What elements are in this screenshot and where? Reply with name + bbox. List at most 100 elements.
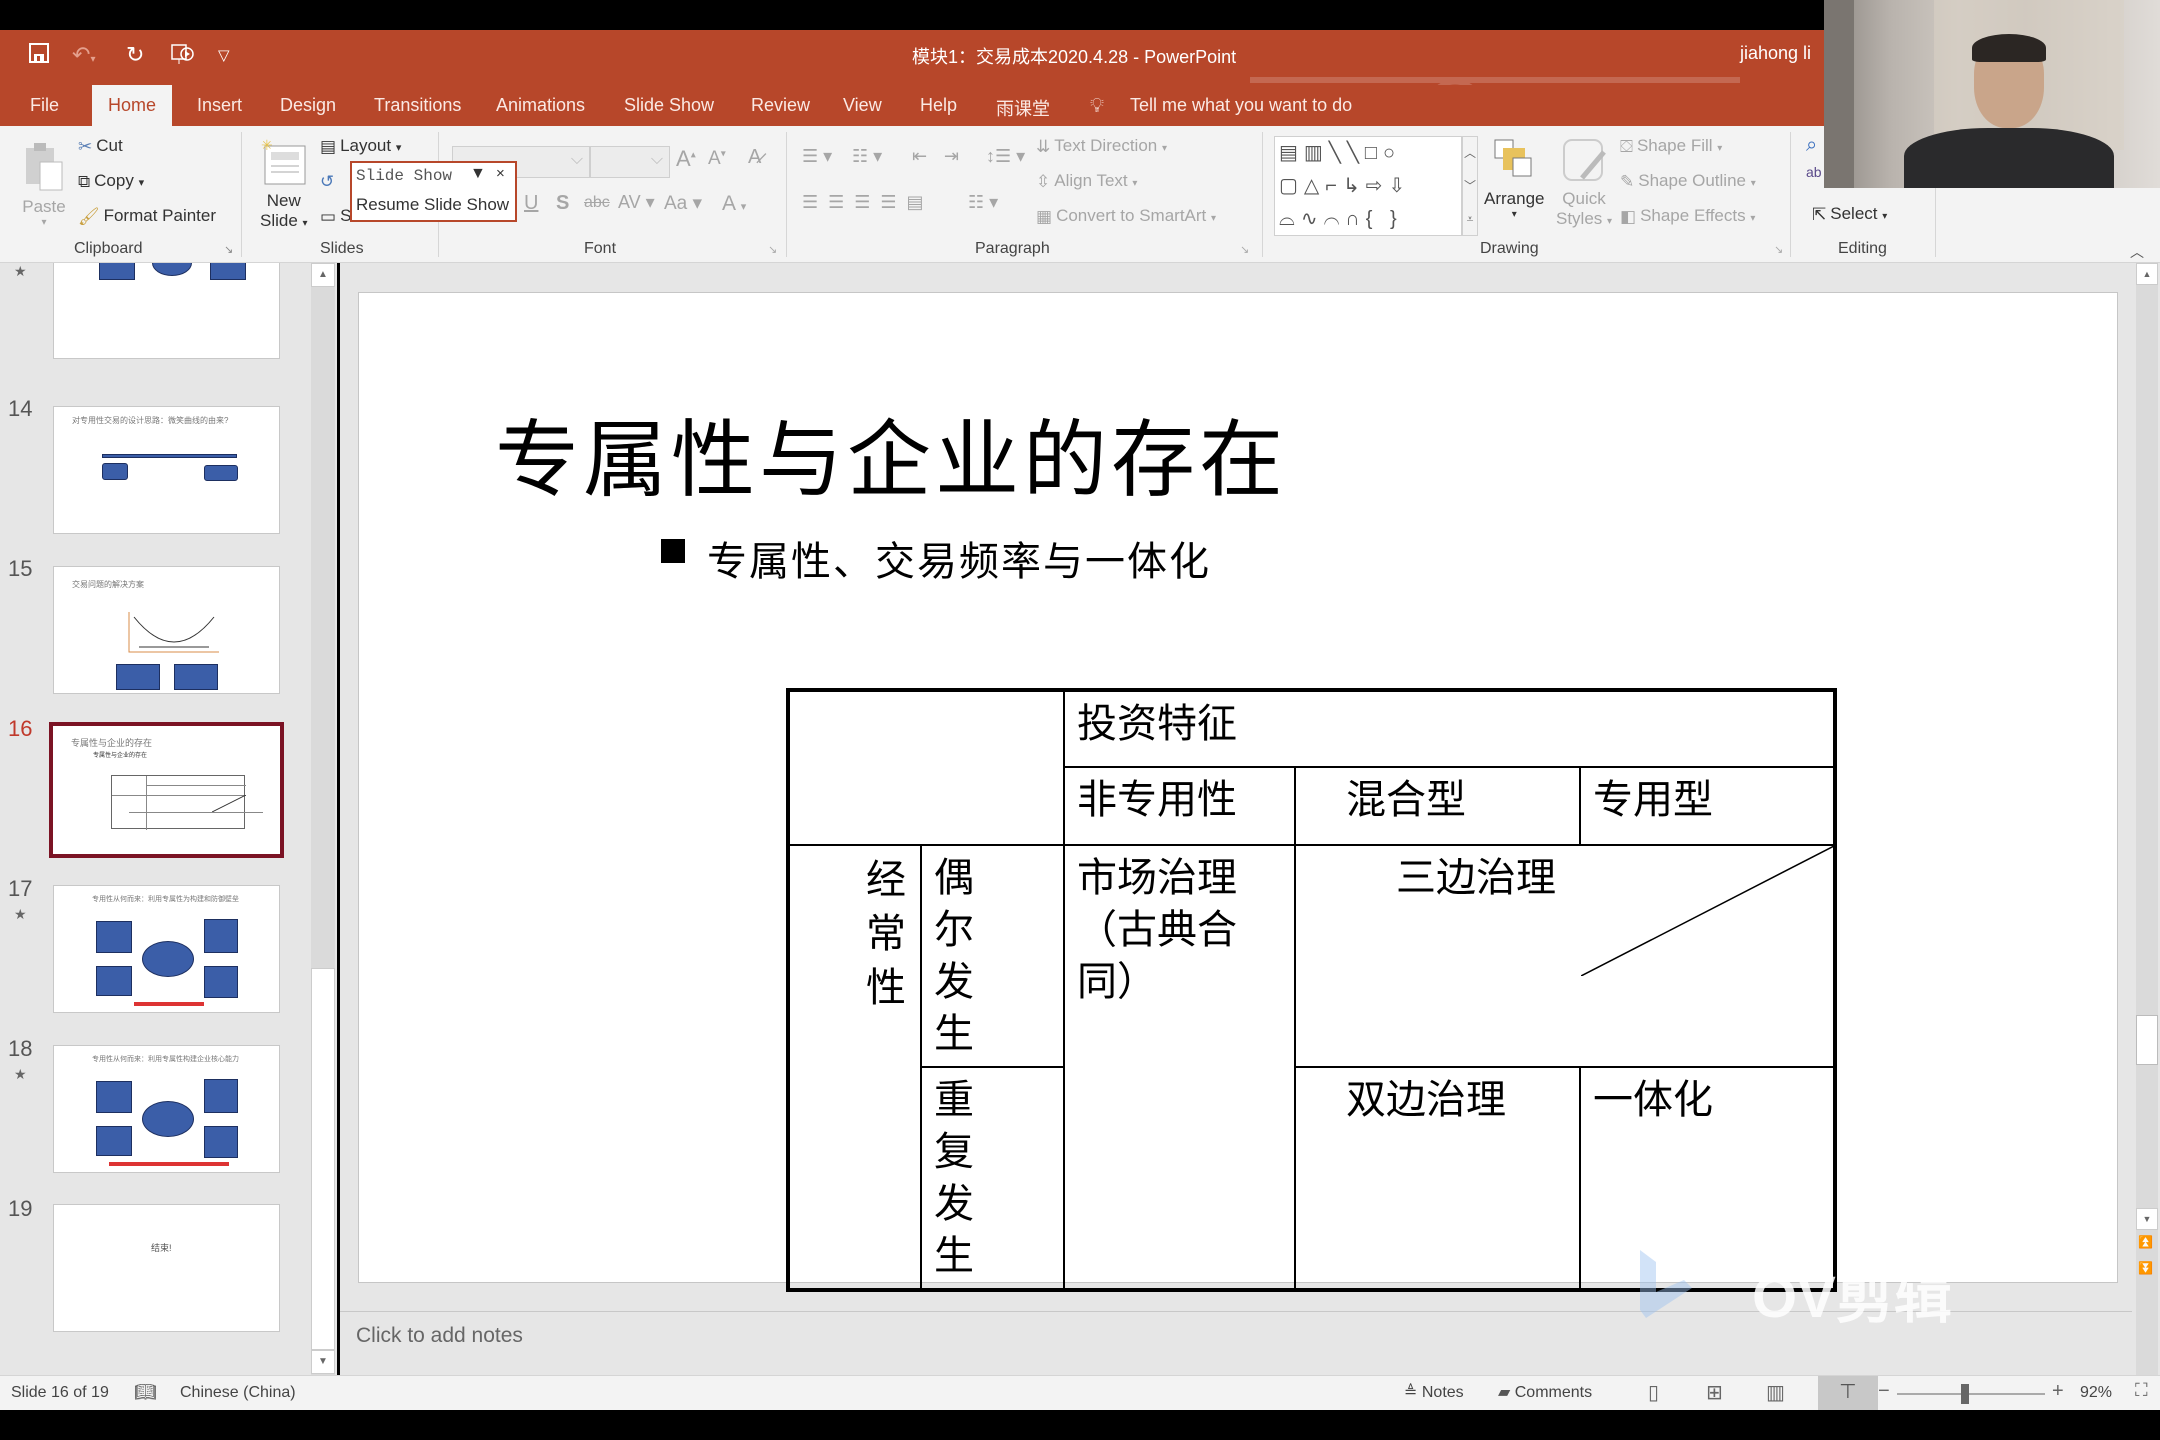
reading-view-icon[interactable]: ▥ bbox=[1766, 1380, 1785, 1405]
strikethrough-button[interactable]: abc bbox=[584, 194, 610, 212]
text-direction-button[interactable]: ⇊ Text Direction ▾ bbox=[1036, 136, 1167, 157]
shape-effects-button[interactable]: ◧ Shape Effects ▾ bbox=[1620, 206, 1755, 227]
previous-slide-icon[interactable]: ⏫ bbox=[2138, 1235, 2153, 1249]
copy-button[interactable]: ⧉ Copy ▾ bbox=[78, 171, 144, 192]
slide-thumbnail-13[interactable]: 交易成本分析：专属性与专属性 bbox=[53, 263, 280, 359]
line-spacing-button[interactable]: ↕☰ ▾ bbox=[986, 146, 1025, 167]
tab-design[interactable]: Design bbox=[280, 91, 336, 120]
select-button[interactable]: ⇱ Select ▾ bbox=[1812, 204, 1887, 225]
quick-styles-button[interactable]: Quick Styles ▾ bbox=[1556, 138, 1612, 229]
comment-icon: ▰ bbox=[1498, 1384, 1515, 1401]
slide-bullet[interactable]: 专属性、交易频率与一体化 bbox=[707, 529, 1211, 587]
tell-me-search[interactable]: Tell me what you want to do bbox=[1130, 91, 1352, 120]
slide-thumbnail-15[interactable]: 交易问题的解决方案 bbox=[53, 566, 280, 694]
zoom-in-icon[interactable]: + bbox=[2052, 1380, 2064, 1403]
thumbnails-scrollbar[interactable]: ▲ ▼ bbox=[311, 263, 335, 1375]
clear-formatting-button[interactable]: A̷ bbox=[748, 146, 761, 169]
collapse-ribbon-icon[interactable]: ︿ bbox=[2130, 242, 2144, 262]
font-size-combobox[interactable]: ⌵ bbox=[590, 146, 670, 178]
grow-font-button[interactable]: A▴ bbox=[676, 146, 696, 172]
shadow-button[interactable]: S bbox=[556, 192, 569, 215]
replace-icon[interactable]: ab bbox=[1806, 164, 1822, 180]
paragraph-launcher-icon[interactable]: ↘ bbox=[1240, 243, 1249, 256]
customize-qat-icon[interactable]: ▽ bbox=[218, 46, 230, 64]
drawing-launcher-icon[interactable]: ↘ bbox=[1774, 243, 1783, 256]
slide-title[interactable]: 专属性与企业的存在 bbox=[495, 393, 1287, 514]
resume-slide-show-button[interactable]: Resume Slide Show bbox=[356, 195, 509, 215]
slide-thumbnail-19[interactable]: 结束! bbox=[53, 1204, 280, 1332]
notes-placeholder[interactable]: Click to add notes bbox=[356, 1324, 523, 1348]
reset-button[interactable]: ↺ bbox=[320, 171, 338, 192]
tab-insert[interactable]: Insert bbox=[197, 91, 242, 120]
fit-to-window-icon[interactable]: ⛶ bbox=[2135, 1380, 2148, 1401]
undo-icon[interactable]: ↶▾ bbox=[72, 42, 95, 68]
zoom-slider-thumb[interactable] bbox=[1961, 1384, 1970, 1404]
tab-view[interactable]: View bbox=[843, 91, 882, 120]
normal-view-icon[interactable]: ▯ bbox=[1648, 1380, 1659, 1405]
governance-table[interactable]: 投资特征 非专用性 混合型 专用型 经常性 偶尔发生 市场治理（古典合同） 三边… bbox=[786, 688, 1837, 1292]
numbering-button[interactable]: ☷ ▾ bbox=[852, 146, 882, 167]
layout-button[interactable]: ▤ Layout ▾ bbox=[320, 136, 401, 157]
columns-button[interactable]: ☷ ▾ bbox=[968, 192, 998, 213]
save-icon[interactable] bbox=[28, 42, 50, 70]
font-launcher-icon[interactable]: ↘ bbox=[768, 243, 777, 256]
slide-scrollbar[interactable]: ▲ ▼ ⏫ ⏬ bbox=[2132, 263, 2160, 1435]
repeat-icon[interactable]: ↻ bbox=[126, 42, 144, 68]
tab-file[interactable]: File bbox=[30, 91, 59, 120]
tab-help[interactable]: Help bbox=[920, 91, 957, 120]
close-icon[interactable]: × bbox=[496, 165, 505, 182]
increase-indent-button[interactable]: ⇥ bbox=[944, 146, 959, 167]
scrollbar-thumb[interactable] bbox=[311, 968, 335, 1350]
zoom-out-icon[interactable]: − bbox=[1878, 1380, 1890, 1403]
format-painter-button[interactable]: 🖌︎ Format Painter bbox=[78, 206, 216, 227]
find-icon[interactable]: ⌕ bbox=[1806, 134, 1817, 157]
scroll-up-icon[interactable]: ▲ bbox=[311, 263, 335, 287]
slide-show-view-icon[interactable]: ⊤ bbox=[1818, 1376, 1878, 1410]
slide-thumbnail-16[interactable]: 专属性与企业的存在 专属性与企业的存在 bbox=[49, 722, 284, 858]
shrink-font-button[interactable]: A▾ bbox=[708, 148, 726, 170]
spell-check-icon[interactable]: 📖︎ bbox=[134, 1382, 157, 1403]
decrease-indent-button[interactable]: ⇤ bbox=[912, 146, 927, 167]
tab-transitions[interactable]: Transitions bbox=[374, 91, 461, 120]
separator bbox=[1790, 132, 1791, 257]
start-from-beginning-icon[interactable] bbox=[170, 42, 196, 72]
popup-dropdown-icon[interactable]: ▼ bbox=[470, 165, 486, 183]
alignment-buttons[interactable]: ☰☰☰☰▤ bbox=[802, 192, 934, 213]
scroll-up-icon[interactable]: ▲ bbox=[2136, 263, 2158, 285]
arrange-button[interactable]: Arrange ▾ bbox=[1484, 138, 1544, 220]
comments-button[interactable]: ▰ Comments bbox=[1498, 1382, 1592, 1402]
font-color-button[interactable]: A ▾ bbox=[722, 192, 746, 216]
shape-outline-button[interactable]: ✎ Shape Outline ▾ bbox=[1620, 171, 1756, 192]
next-slide-icon[interactable]: ⏬ bbox=[2138, 1261, 2153, 1275]
character-spacing-button[interactable]: AV ▾ bbox=[618, 192, 655, 213]
slide-thumbnail-18[interactable]: 专用性从何而来：利用专属性构建企业核心能力 bbox=[53, 1045, 280, 1173]
underline-button[interactable]: U bbox=[524, 192, 538, 215]
shapes-gallery-scroll[interactable]: ︿ ﹀ ⩡ bbox=[1462, 136, 1478, 236]
tab-review[interactable]: Review bbox=[751, 91, 810, 120]
shape-fill-button[interactable]: ⛋ Shape Fill ▾ bbox=[1620, 136, 1722, 157]
clipboard-launcher-icon[interactable]: ↘ bbox=[224, 243, 233, 256]
zoom-level[interactable]: 92% bbox=[2080, 1384, 2112, 1402]
paintbrush-icon: 🖌︎ bbox=[78, 206, 100, 226]
language-indicator[interactable]: Chinese (China) bbox=[180, 1384, 296, 1402]
tab-home[interactable]: Home bbox=[92, 85, 173, 126]
scroll-down-icon[interactable]: ▼ bbox=[311, 1350, 335, 1374]
cut-button[interactable]: ✂ Cut bbox=[78, 136, 123, 157]
notes-button[interactable]: ≜ Notes bbox=[1404, 1382, 1464, 1402]
tab-slide-show[interactable]: Slide Show bbox=[624, 91, 714, 120]
tab-yuketang[interactable]: 雨课堂 bbox=[996, 91, 1050, 125]
slide-thumbnail-14[interactable]: 对专用性交易的设计思路：微笑曲线的由来? bbox=[53, 406, 280, 534]
bullets-button[interactable]: ☰ ▾ bbox=[802, 146, 832, 167]
zoom-slider[interactable] bbox=[1897, 1393, 2045, 1395]
scroll-down-icon[interactable]: ▼ bbox=[2136, 1208, 2158, 1230]
align-text-button[interactable]: ⇳ Align Text ▾ bbox=[1036, 171, 1137, 192]
scrollbar-thumb[interactable] bbox=[2136, 1015, 2158, 1065]
slide-sorter-icon[interactable]: ⊞ bbox=[1706, 1380, 1723, 1405]
new-slide-button[interactable]: ✳ New Slide ▾ bbox=[260, 137, 308, 231]
change-case-button[interactable]: Aa ▾ bbox=[664, 192, 702, 215]
slide-thumbnail-17[interactable]: 专用性从何而来：利用专属性为构建和防御壁垒 bbox=[53, 885, 280, 1013]
paste-button[interactable]: Paste ▾ bbox=[22, 140, 66, 228]
tab-animations[interactable]: Animations bbox=[496, 91, 585, 120]
convert-smartart-button[interactable]: ▦ Convert to SmartArt ▾ bbox=[1036, 206, 1216, 227]
shapes-gallery[interactable]: ▤▥╲╲□○ ▢△⌐↳⇨⇩ ⌓∿⌒∩{ } bbox=[1274, 136, 1462, 236]
